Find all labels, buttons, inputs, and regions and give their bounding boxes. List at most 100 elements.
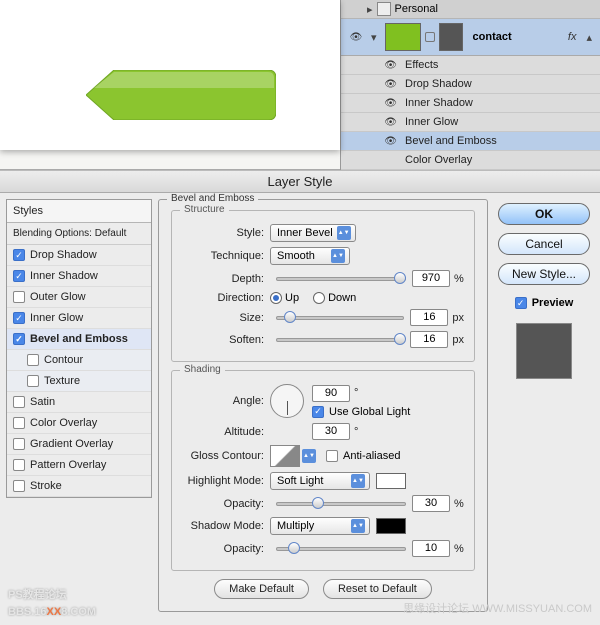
style-label: Bevel and Emboss <box>30 333 128 345</box>
style-checkbox[interactable] <box>13 312 25 324</box>
style-item-color-overlay[interactable]: Color Overlay <box>7 413 151 434</box>
style-label: Gradient Overlay <box>30 438 113 450</box>
style-label: Color Overlay <box>30 417 97 429</box>
style-item-satin[interactable]: Satin <box>7 392 151 413</box>
layer-row-contact[interactable]: ▾ contact fx ▴ <box>341 19 600 56</box>
select-arrows-icon: ▲▼ <box>337 226 351 240</box>
soften-slider[interactable] <box>276 333 404 347</box>
style-item-outer-glow[interactable]: Outer Glow <box>7 287 151 308</box>
style-checkbox[interactable] <box>13 417 25 429</box>
highlight-color-swatch[interactable] <box>376 473 406 489</box>
preview-swatch <box>516 323 572 379</box>
direction-up-radio[interactable] <box>270 292 282 304</box>
antialiased-checkbox[interactable] <box>326 450 338 462</box>
style-checkbox[interactable] <box>13 459 25 471</box>
reset-default-button[interactable]: Reset to Default <box>323 579 432 599</box>
shadow-opacity-input[interactable]: 10 <box>412 540 450 557</box>
styles-header[interactable]: Styles <box>7 200 151 223</box>
shadow-color-swatch[interactable] <box>376 518 406 534</box>
style-label: Pattern Overlay <box>30 459 106 471</box>
canvas-area <box>0 0 340 170</box>
style-label: Inner Shadow <box>30 270 98 282</box>
layer-name[interactable]: contact <box>469 31 562 43</box>
make-default-button[interactable]: Make Default <box>214 579 309 599</box>
soften-input[interactable]: 16 <box>410 331 448 348</box>
style-label: Contour <box>44 354 83 366</box>
visibility-icon[interactable] <box>384 116 397 128</box>
mask-thumb <box>439 23 463 51</box>
style-checkbox[interactable] <box>13 333 25 345</box>
styles-list: Styles Blending Options: Default Drop Sh… <box>6 199 152 498</box>
style-checkbox[interactable] <box>13 249 25 261</box>
technique-select[interactable]: Smooth▲▼ <box>270 247 350 265</box>
highlight-opacity-slider[interactable] <box>276 497 406 511</box>
preview-checkbox[interactable] <box>515 297 527 309</box>
altitude-input[interactable]: 30 <box>312 423 350 440</box>
blending-options[interactable]: Blending Options: Default <box>7 223 151 245</box>
style-item-contour[interactable]: Contour <box>7 350 151 371</box>
angle-dial[interactable] <box>270 384 304 418</box>
size-slider[interactable] <box>276 311 404 325</box>
style-checkbox[interactable] <box>27 354 39 366</box>
select-arrows-icon[interactable]: ▲▼ <box>302 449 316 463</box>
highlight-mode-select[interactable]: Soft Light▲▼ <box>270 472 370 490</box>
global-light-checkbox[interactable] <box>312 406 324 418</box>
shading-group: Shading Angle: 90° Use Global Light Alti… <box>171 370 475 571</box>
expand-icon[interactable]: ▸ <box>363 3 377 16</box>
style-select[interactable]: Inner Bevel▲▼ <box>270 224 356 242</box>
new-style-button[interactable]: New Style... <box>498 263 590 285</box>
style-item-stroke[interactable]: Stroke <box>7 476 151 497</box>
layers-panel: ▸ Personal ▾ contact fx ▴ Effects Drop S… <box>340 0 600 170</box>
size-input[interactable]: 16 <box>410 309 448 326</box>
shadow-mode-select[interactable]: Multiply▲▼ <box>270 517 370 535</box>
effect-bevel-emboss[interactable]: Bevel and Emboss <box>341 132 600 151</box>
visibility-icon[interactable] <box>345 31 367 43</box>
style-checkbox[interactable] <box>27 375 39 387</box>
effect-drop-shadow[interactable]: Drop Shadow <box>341 75 600 94</box>
green-arrow-shape <box>86 70 276 120</box>
visibility-icon[interactable] <box>384 97 397 109</box>
panel-title: Bevel and Emboss <box>167 193 258 204</box>
style-label: Texture <box>44 375 80 387</box>
select-arrows-icon: ▲▼ <box>351 474 365 488</box>
effect-inner-glow[interactable]: Inner Glow <box>341 113 600 132</box>
style-label: Outer Glow <box>30 291 86 303</box>
effects-header[interactable]: Effects <box>341 56 600 75</box>
gloss-contour-picker[interactable] <box>270 445 300 467</box>
ok-button[interactable]: OK <box>498 203 590 225</box>
depth-input[interactable]: 970 <box>412 270 450 287</box>
visibility-icon[interactable] <box>384 59 397 71</box>
highlight-opacity-input[interactable]: 30 <box>412 495 450 512</box>
style-label: Satin <box>30 396 55 408</box>
fx-expand-icon[interactable]: ▴ <box>582 31 596 44</box>
style-item-inner-glow[interactable]: Inner Glow <box>7 308 151 329</box>
style-item-texture[interactable]: Texture <box>7 371 151 392</box>
expand-icon[interactable]: ▾ <box>367 31 381 44</box>
visibility-icon[interactable] <box>384 78 397 90</box>
style-item-gradient-overlay[interactable]: Gradient Overlay <box>7 434 151 455</box>
depth-slider[interactable] <box>276 272 406 286</box>
group-personal[interactable]: Personal <box>395 3 438 15</box>
style-item-pattern-overlay[interactable]: Pattern Overlay <box>7 455 151 476</box>
effect-inner-shadow[interactable]: Inner Shadow <box>341 94 600 113</box>
style-item-inner-shadow[interactable]: Inner Shadow <box>7 266 151 287</box>
structure-group: Structure Style: Inner Bevel▲▼ Technique… <box>171 210 475 362</box>
style-checkbox[interactable] <box>13 396 25 408</box>
style-checkbox[interactable] <box>13 438 25 450</box>
shadow-opacity-slider[interactable] <box>276 542 406 556</box>
effect-color-overlay[interactable]: Color Overlay <box>341 151 600 170</box>
style-checkbox[interactable] <box>13 270 25 282</box>
style-checkbox[interactable] <box>13 480 25 492</box>
style-item-drop-shadow[interactable]: Drop Shadow <box>7 245 151 266</box>
select-arrows-icon: ▲▼ <box>351 519 365 533</box>
layer-thumb <box>385 23 421 51</box>
link-icon[interactable] <box>425 32 435 42</box>
visibility-icon[interactable] <box>384 135 397 147</box>
fx-badge[interactable]: fx <box>562 31 583 43</box>
angle-input[interactable]: 90 <box>312 385 350 402</box>
style-checkbox[interactable] <box>13 291 25 303</box>
style-item-bevel-and-emboss[interactable]: Bevel and Emboss <box>7 329 151 350</box>
cancel-button[interactable]: Cancel <box>498 233 590 255</box>
style-label: Stroke <box>30 480 62 492</box>
direction-down-radio[interactable] <box>313 292 325 304</box>
